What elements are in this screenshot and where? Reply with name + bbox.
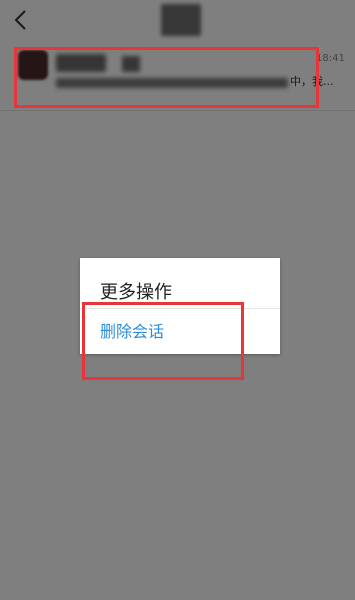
chat-screen: 中，我... 18:41 更多操作 删除会话 xyxy=(0,0,355,600)
dialog-title: 更多操作 xyxy=(100,282,172,303)
delete-action-highlight-box xyxy=(82,302,244,380)
conversation-highlight-box xyxy=(14,47,319,108)
